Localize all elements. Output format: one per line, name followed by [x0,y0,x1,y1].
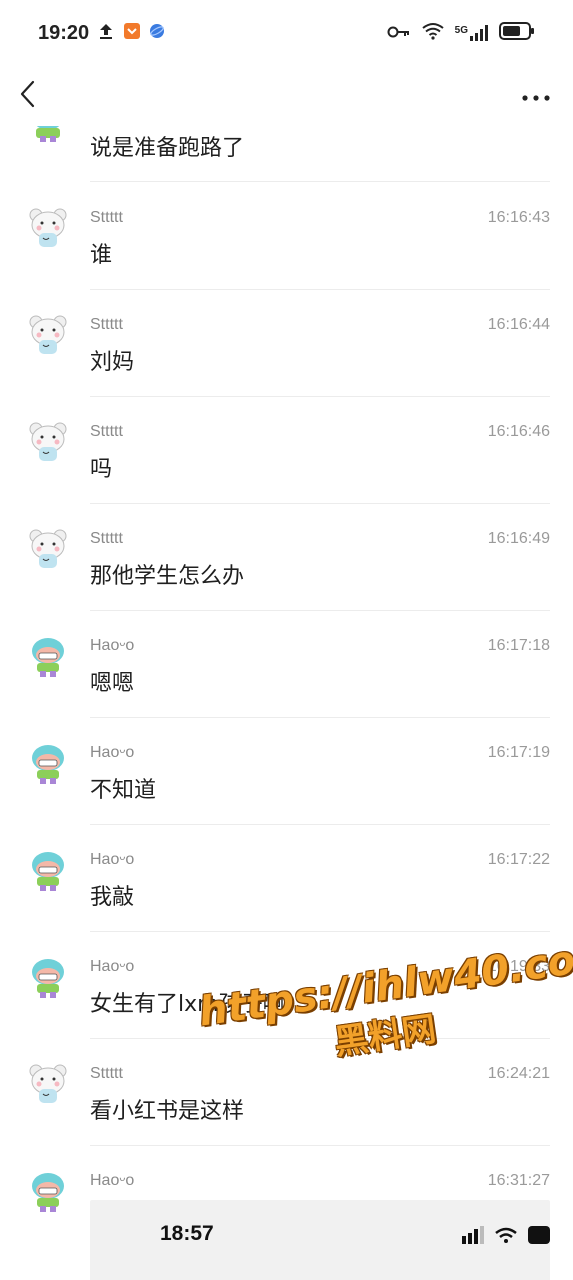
message-time: 16:16:44 [487,316,550,333]
message-content: 我敲 [90,885,135,910]
message-content: 谁 [90,243,113,268]
sender-name: Sttttt [90,209,123,226]
message-time: 16:17:22 [487,851,550,868]
browser-notification-icon [149,23,165,43]
cartoon-avatar-icon [36,126,60,142]
list-item[interactable]: Sttttt 16:24:21 看小红书是这样 [0,1039,573,1146]
message-time: 16:16:46 [487,423,550,440]
sender-name: Haoᵕo [90,1172,135,1189]
message-time: 16:16:49 [487,530,550,547]
cartoon-avatar-icon [32,1173,64,1212]
image-message[interactable]: 18:57 [90,1200,550,1280]
bear-avatar-icon [29,315,67,354]
message-content: 刘妈 [90,350,135,375]
cartoon-avatar-icon [32,959,64,998]
list-item[interactable]: Haoᵕo 16:17:18 嗯嗯 [0,611,573,718]
more-dots-icon [522,94,550,101]
bear-avatar-icon [29,422,67,461]
nav-bar [0,66,573,126]
upload-icon [97,22,115,44]
message-content: 看小红书是这样 [90,1099,245,1124]
message-content: 嗯嗯 [90,671,135,696]
message-time: 16:31:27 [487,1172,550,1189]
sender-name: Sttttt [90,423,123,440]
sender-name: Haoᵕo [90,637,135,654]
list-item[interactable]: Haoᵕo 16:17:22 我敲 [0,825,573,932]
list-item[interactable]: Sttttt 16:16:46 吗 [0,397,573,504]
app-notification-icon [123,22,141,44]
bear-avatar-icon [29,208,67,247]
status-right: 5G [387,22,535,44]
list-item[interactable]: Sttttt 16:16:49 那他学生怎么办 [0,504,573,611]
bear-avatar-icon [29,1064,67,1103]
message-content: 女生有了lxm孩子啊 [90,992,285,1017]
cartoon-avatar-icon [32,745,64,784]
wifi-icon [421,22,445,44]
key-icon [387,24,411,43]
message-content: 说是准备跑路了 [90,136,245,161]
sender-name: Sttttt [90,316,123,333]
message-time: 16:17:19 [487,744,550,761]
message-time: 16:19:33 [487,958,550,975]
bear-avatar-icon [29,529,67,568]
list-item[interactable]: Haoᵕo 16:19:33 女生有了lxm孩子啊 [0,932,573,1039]
message-content: 不知道 [90,778,157,803]
network-type: 5G [454,25,468,36]
message-content: 那他学生怎么办 [90,564,245,589]
cellular-signal-icon: 5G [455,25,489,41]
screenshot-time: 18:57 [160,1222,214,1245]
divider [90,181,550,182]
message-content: 吗 [90,457,113,482]
list-item[interactable]: Sttttt 16:16:43 谁 [0,183,573,290]
message-time: 16:17:18 [487,637,550,654]
status-bar: 19:20 5G [0,0,573,66]
message-time: 16:16:43 [487,209,550,226]
message-time: 16:24:21 [487,1065,550,1082]
cartoon-avatar-icon [32,638,64,677]
sender-name: Haoᵕo [90,958,135,975]
list-item[interactable]: Sttttt 16:16:44 刘妈 [0,290,573,397]
list-item[interactable]: Haoᵕo 16:17:19 不知道 [0,718,573,825]
sender-name: Sttttt [90,1065,123,1082]
sender-name: Sttttt [90,530,123,547]
more-button[interactable] [521,87,551,106]
cartoon-avatar-icon [32,852,64,891]
status-left: 19:20 [38,22,165,45]
sender-name: Haoᵕo [90,851,135,868]
screenshot-status-icons [462,1226,550,1244]
chevron-left-icon [20,80,35,108]
status-time: 19:20 [38,21,90,44]
sender-name: Haoᵕo [90,744,135,761]
back-button[interactable] [18,79,38,113]
message-list[interactable]: 说是准备跑路了 Sttttt 16:16:43 谁 Sttttt 16:16:4… [0,126,573,1280]
list-item: 说是准备跑路了 [0,126,573,182]
battery-icon [499,22,535,44]
